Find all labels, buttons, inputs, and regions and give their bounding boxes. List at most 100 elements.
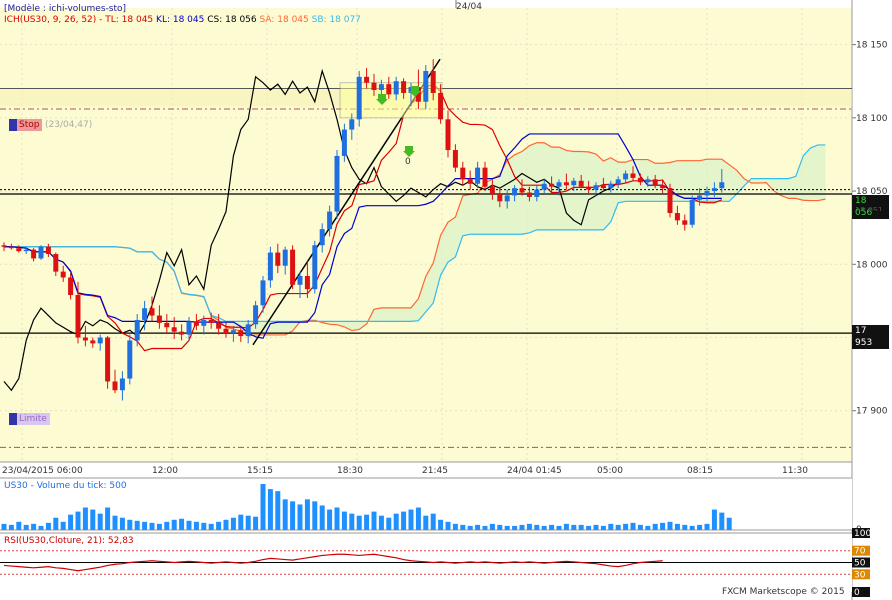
- volume-bar: [193, 521, 199, 530]
- candle-body: [260, 280, 266, 306]
- volume-bar: [8, 524, 14, 530]
- arrow-zero-label: 0: [405, 157, 411, 167]
- volume-bar: [312, 501, 318, 530]
- volume-bar: [245, 515, 251, 530]
- candle-body: [179, 331, 185, 335]
- volume-bar: [556, 525, 562, 530]
- volume-bar: [127, 519, 133, 530]
- volume-bar: [489, 523, 495, 530]
- candle-body: [489, 186, 495, 194]
- stop-order-tag[interactable]: Stop: [9, 119, 43, 131]
- candle-body: [319, 229, 325, 246]
- volume-bar: [586, 525, 592, 530]
- volume-bar: [504, 525, 510, 530]
- y-tick-label: 18 100: [856, 114, 888, 124]
- y-tick-label: 18 150: [856, 41, 888, 51]
- volume-bar: [90, 509, 96, 530]
- candle-body: [297, 276, 303, 285]
- candle-body: [578, 180, 584, 187]
- candle-body: [541, 183, 547, 190]
- candle-body: [304, 276, 310, 290]
- volume-bar: [253, 516, 259, 530]
- volume-bar: [445, 521, 451, 530]
- candle-body: [556, 182, 562, 187]
- volume-bar: [719, 512, 725, 530]
- rsi-tick-label: 30: [854, 570, 866, 580]
- candle-body: [238, 330, 244, 337]
- volume-bar: [341, 511, 347, 530]
- candle-body: [230, 330, 236, 334]
- candle-body: [711, 188, 717, 192]
- candle-body: [45, 246, 51, 255]
- volume-bar: [541, 525, 547, 530]
- volume-bar: [349, 513, 355, 530]
- y-tick-label: 18 000: [856, 260, 888, 270]
- candle-body: [186, 321, 192, 335]
- volume-bar: [364, 514, 370, 530]
- candle-body: [75, 295, 81, 338]
- volume-bar: [45, 522, 51, 530]
- candle-body: [497, 193, 503, 202]
- rsi-tick-label: 100: [854, 529, 871, 539]
- volume-bar: [75, 511, 81, 530]
- candle-body: [23, 249, 29, 252]
- volume-bar: [593, 524, 599, 530]
- candle-body: [689, 199, 695, 225]
- volume-bar: [164, 521, 170, 530]
- volume-bar: [689, 525, 695, 530]
- volume-bar: [460, 524, 466, 530]
- volume-bar: [497, 524, 503, 530]
- candle-body: [430, 70, 436, 93]
- candle-body: [164, 322, 170, 328]
- volume-bar: [386, 517, 392, 530]
- y-tick-label: 17 900: [856, 407, 888, 417]
- volume-bar: [119, 517, 125, 530]
- volume-bar: [467, 525, 473, 530]
- candle-body: [82, 337, 88, 341]
- candle-body: [327, 211, 333, 230]
- volume-bar: [378, 515, 384, 530]
- candle-body: [60, 271, 66, 278]
- candle-body: [674, 213, 680, 221]
- volume-bar: [401, 511, 407, 530]
- candle-body: [467, 179, 473, 184]
- candle-body: [401, 81, 407, 93]
- volume-bar: [201, 522, 207, 530]
- volume-bar: [275, 491, 281, 530]
- volume-bar: [23, 524, 29, 530]
- candle-body: [282, 249, 288, 266]
- limit-order-tag[interactable]: Limite: [9, 413, 50, 425]
- volume-bar: [38, 525, 44, 530]
- volume-bar: [623, 523, 629, 530]
- candle-body: [586, 186, 592, 190]
- candle-body: [608, 183, 614, 189]
- volume-bar: [1, 523, 7, 530]
- candle-body: [652, 179, 658, 186]
- candle-body: [378, 84, 384, 91]
- chart-canvas[interactable]: 18 15018 10018 05018 00017 95017 90023/0…: [0, 0, 892, 600]
- candle-body: [386, 84, 392, 95]
- volume-bar: [16, 521, 22, 530]
- candle-body: [660, 185, 666, 189]
- candle-body: [356, 76, 362, 120]
- x-tick-label: 23/04/2015 06:00: [2, 466, 83, 476]
- volume-bar: [327, 509, 333, 530]
- candle-body: [171, 327, 177, 332]
- limit-label: Limite: [19, 414, 47, 424]
- candle-body: [571, 180, 577, 186]
- candle-body: [623, 173, 629, 180]
- candle-body: [504, 195, 510, 202]
- candle-body: [275, 252, 281, 266]
- volume-bar: [534, 524, 540, 530]
- candle-body: [667, 188, 673, 214]
- volume-bar: [615, 524, 621, 530]
- volume-bar: [415, 507, 421, 530]
- volume-bar: [674, 523, 680, 530]
- candle-body: [341, 129, 347, 156]
- candle-body: [452, 150, 458, 168]
- volume-bar: [563, 523, 569, 530]
- kijun-legend: KL: 18 045: [156, 15, 205, 25]
- rsi-tick-label: 70: [854, 547, 866, 557]
- volume-bar: [290, 501, 296, 530]
- candle-body: [563, 182, 569, 186]
